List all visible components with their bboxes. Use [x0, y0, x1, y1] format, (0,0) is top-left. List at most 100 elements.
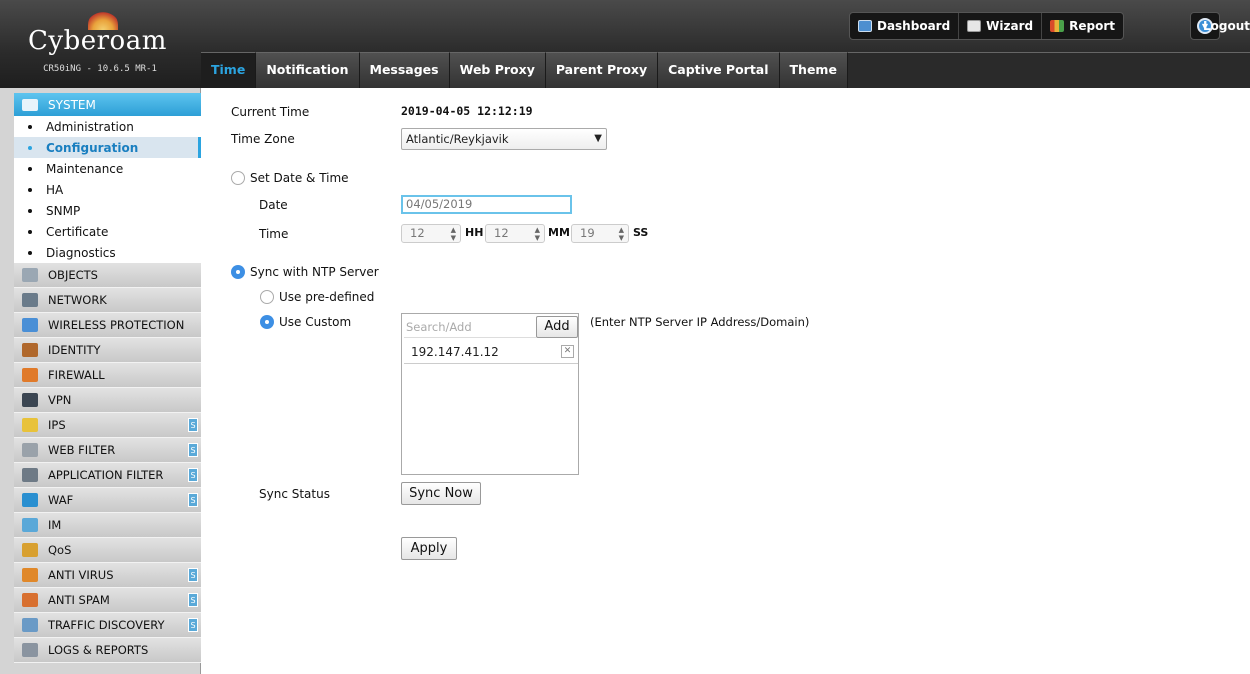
- minute-stepper[interactable]: 12 ▲ ▼: [485, 224, 545, 243]
- bullet-icon: [28, 166, 32, 171]
- report-label: Report: [1069, 19, 1115, 33]
- apply-button[interactable]: Apply: [401, 537, 457, 560]
- sidebar-item-maintenance[interactable]: Maintenance: [14, 158, 201, 179]
- tab-messages[interactable]: Messages: [359, 52, 450, 88]
- tab-parent-proxy[interactable]: Parent Proxy: [545, 52, 659, 88]
- wizard-label: Wizard: [986, 19, 1034, 33]
- module-label: IPS: [48, 418, 66, 432]
- anti-virus-icon: [22, 568, 38, 582]
- bullet-icon: [28, 124, 32, 129]
- dropdown-arrow-icon: ▼: [594, 133, 602, 144]
- sidebar-system-header[interactable]: SYSTEM: [14, 93, 201, 116]
- module-im[interactable]: IM: [14, 513, 201, 538]
- bullet-icon: [28, 187, 32, 192]
- module-label: WAF: [48, 493, 74, 507]
- module-label: IDENTITY: [48, 343, 101, 357]
- wizard-button[interactable]: Wizard: [959, 13, 1043, 39]
- dashboard-label: Dashboard: [876, 19, 951, 33]
- date-field[interactable]: 04/05/2019: [401, 195, 572, 214]
- sync-now-button[interactable]: Sync Now: [401, 482, 481, 505]
- sync-status-label: Sync Status: [259, 487, 330, 501]
- module-label: IM: [48, 518, 62, 532]
- subscription-badge-icon: S: [188, 418, 198, 432]
- module-objects[interactable]: OBJECTS: [14, 263, 201, 288]
- minute-unit: MM: [548, 226, 570, 239]
- module-wireless-protection[interactable]: WIRELESS PROTECTION: [14, 313, 201, 338]
- subscription-badge-icon: S: [188, 493, 198, 507]
- set-datetime-label: Set Date & Time: [250, 171, 349, 185]
- sidebar-item-administration[interactable]: Administration: [14, 116, 201, 137]
- tab-time[interactable]: Time: [201, 52, 257, 88]
- sidebar-item-label: SNMP: [46, 203, 81, 218]
- sidebar-item-snmp[interactable]: SNMP: [14, 200, 201, 221]
- module-identity[interactable]: IDENTITY: [14, 338, 201, 363]
- module-label: QoS: [48, 543, 72, 557]
- module-label: ANTI VIRUS: [48, 568, 114, 582]
- subscription-badge-icon: S: [188, 568, 198, 582]
- tab-notification[interactable]: Notification: [256, 52, 360, 88]
- module-qos[interactable]: QoS: [14, 538, 201, 563]
- report-button[interactable]: Report: [1042, 13, 1123, 39]
- module-network[interactable]: NETWORK: [14, 288, 201, 313]
- config-tabs: Time Notification Messages Web Proxy Parent …: [201, 52, 848, 88]
- second-stepper[interactable]: 19 ▲ ▼: [571, 224, 629, 243]
- use-predefined-radio[interactable]: [260, 290, 274, 304]
- firewall-icon: [22, 368, 38, 382]
- top-navigation: Dashboard Wizard Report: [848, 12, 1124, 40]
- timezone-value: Atlantic/Reykjavik: [406, 132, 509, 146]
- main-content: Current Time 2019-04-05 12:12:19 Time Zo…: [201, 88, 1250, 674]
- subscription-badge-icon: S: [188, 468, 198, 482]
- subscription-badge-icon: S: [188, 443, 198, 457]
- add-ntp-button[interactable]: Add: [536, 316, 578, 338]
- module-web-filter[interactable]: WEB FILTER S: [14, 438, 201, 463]
- module-anti-spam[interactable]: ANTI SPAM S: [14, 588, 201, 613]
- sidebar-item-diagnostics[interactable]: Diagnostics: [14, 242, 201, 263]
- model-version: CR50iNG - 10.6.5 MR-1: [43, 64, 157, 74]
- sidebar-item-ha[interactable]: HA: [14, 179, 201, 200]
- module-label: TRAFFIC DISCOVERY: [48, 618, 165, 632]
- hour-stepper[interactable]: 12 ▲ ▼: [401, 224, 461, 243]
- module-traffic-discovery[interactable]: TRAFFIC DISCOVERY S: [14, 613, 201, 638]
- report-icon: [1050, 20, 1065, 32]
- sidebar-item-certificate[interactable]: Certificate: [14, 221, 201, 242]
- dashboard-button[interactable]: Dashboard: [850, 13, 960, 39]
- current-time-value: 2019-04-05 12:12:19: [401, 104, 533, 118]
- second-unit: SS: [633, 226, 649, 239]
- module-ips[interactable]: IPS S: [14, 413, 201, 438]
- tab-captive-portal[interactable]: Captive Portal: [658, 52, 780, 88]
- timezone-select[interactable]: Atlantic/Reykjavik ▼: [401, 128, 607, 150]
- module-waf[interactable]: WAF S: [14, 488, 201, 513]
- sidebar-item-configuration[interactable]: Configuration: [14, 137, 201, 158]
- hour-value: 12: [410, 226, 425, 240]
- module-firewall[interactable]: FIREWALL: [14, 363, 201, 388]
- brand-name: Cyberoam: [28, 26, 167, 56]
- ntp-search-input[interactable]: Search/Add: [404, 316, 536, 338]
- stepper-arrows-icon: ▲ ▼: [534, 226, 540, 242]
- qos-icon: [22, 543, 38, 557]
- time-label: Time: [259, 227, 289, 241]
- cyberoam-logo[interactable]: Cyberoam: [26, 8, 176, 58]
- sidebar: SYSTEM Administration Configuration Mainte…: [0, 88, 201, 674]
- tab-web-proxy[interactable]: Web Proxy: [449, 52, 546, 88]
- ntp-server-list: Search/Add Add 192.147.41.12 ✕: [401, 313, 579, 475]
- sync-ntp-label: Sync with NTP Server: [250, 265, 379, 279]
- logout-button[interactable]: Logout: [1191, 13, 1250, 39]
- sync-ntp-radio[interactable]: [231, 265, 245, 279]
- dashboard-icon: [857, 20, 872, 32]
- use-custom-radio[interactable]: [260, 315, 274, 329]
- sidebar-item-label: Configuration: [46, 140, 139, 155]
- module-logs-reports[interactable]: LOGS & REPORTS: [14, 638, 201, 663]
- set-datetime-radio[interactable]: [231, 171, 245, 185]
- remove-entry-icon[interactable]: ✕: [561, 345, 574, 358]
- module-label: WEB FILTER: [48, 443, 116, 457]
- tab-theme[interactable]: Theme: [779, 52, 848, 88]
- identity-icon: [22, 343, 38, 357]
- module-application-filter[interactable]: APPLICATION FILTER S: [14, 463, 201, 488]
- system-submenu: Administration Configuration Maintenance HA…: [14, 116, 201, 263]
- module-label: FIREWALL: [48, 368, 105, 382]
- use-predefined-label: Use pre-defined: [279, 290, 375, 304]
- module-anti-virus[interactable]: ANTI VIRUS S: [14, 563, 201, 588]
- bullet-icon: [28, 250, 32, 255]
- module-vpn[interactable]: VPN: [14, 388, 201, 413]
- bullet-icon: [28, 145, 32, 150]
